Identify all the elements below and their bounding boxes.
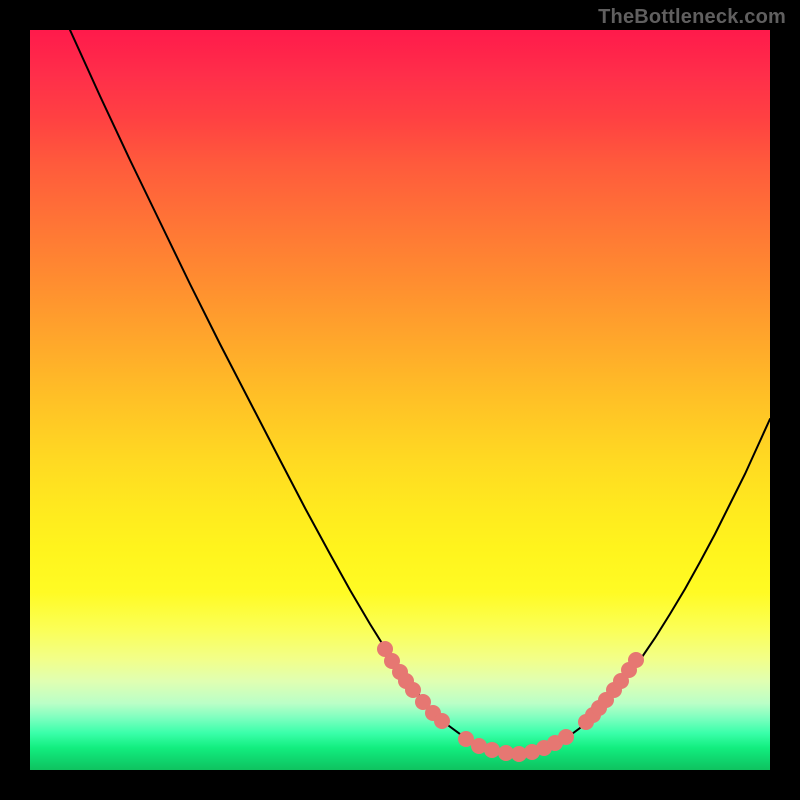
dots-bottom-cluster <box>458 729 574 762</box>
data-point-dot <box>558 729 574 745</box>
curve-layer <box>30 30 770 770</box>
data-point-dot <box>484 742 500 758</box>
chart-frame: TheBottleneck.com <box>0 0 800 800</box>
attribution-label: TheBottleneck.com <box>598 6 786 29</box>
dots-right-cluster <box>578 652 644 730</box>
data-point-dot <box>434 713 450 729</box>
dots-left-cluster <box>377 641 450 729</box>
plot-area <box>30 30 770 770</box>
bottleneck-curve <box>70 30 770 754</box>
data-point-dot <box>628 652 644 668</box>
